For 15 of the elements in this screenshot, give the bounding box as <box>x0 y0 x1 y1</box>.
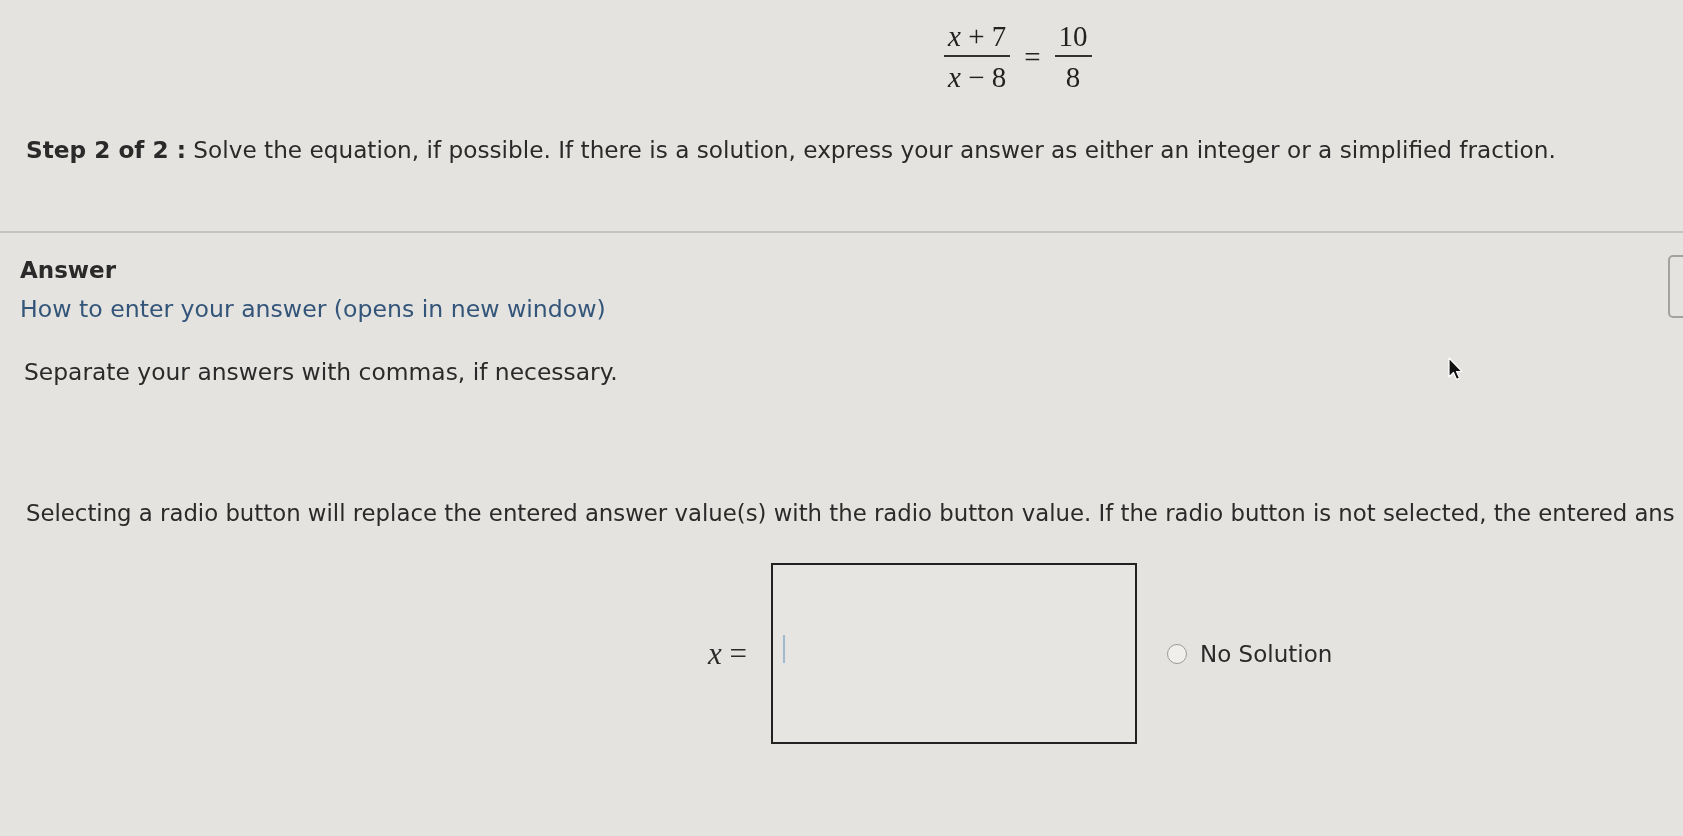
equals-sign: = <box>1024 40 1041 73</box>
step-instruction: Step 2 of 2 : Solve the equation, if possible. If there is a solution, express your answer as either an integer or a simplified fraction. <box>26 135 1556 165</box>
mouse-pointer-icon <box>1448 357 1463 381</box>
numerator: x + 7 <box>946 20 1008 52</box>
instruction-note: Separate your answers with commas, if necessary. <box>24 357 618 387</box>
radio-instruction: Selecting a radio button will replace the entered answer value(s) with the radio button value. If the radio button is not selected, the entered ans <box>26 499 1675 528</box>
denominator: 8 <box>1064 61 1082 93</box>
variable-label: x = <box>708 636 747 671</box>
answer-input[interactable] <box>771 563 1137 744</box>
radio-button[interactable] <box>1167 643 1187 664</box>
numerator: 10 <box>1057 20 1089 52</box>
answer-heading: Answer <box>20 256 117 285</box>
denominator: x − 8 <box>946 61 1008 93</box>
help-link[interactable]: How to enter your answer (opens in new window) <box>20 294 606 324</box>
option-label[interactable]: No Solution <box>1200 638 1333 669</box>
